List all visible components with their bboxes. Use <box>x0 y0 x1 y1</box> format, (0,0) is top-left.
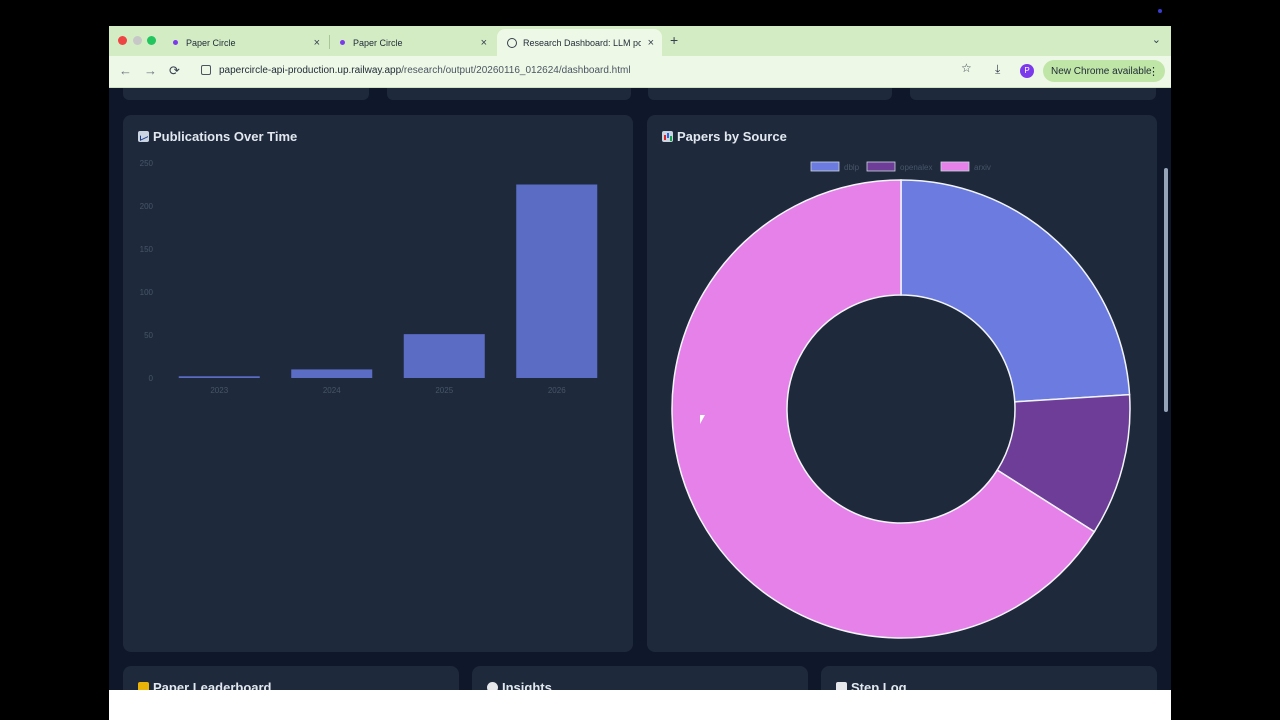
tab-paper-circle-1[interactable]: Paper Circle × <box>163 29 328 56</box>
close-icon[interactable]: × <box>314 37 320 49</box>
tab-label: Paper Circle <box>186 37 236 48</box>
favicon-dot-icon <box>173 40 178 45</box>
sources-donut-chart: dblp openalex arxiv <box>671 161 1131 639</box>
publications-title-text: Publications Over Time <box>153 129 298 144</box>
page-scrollbar[interactable] <box>1161 88 1171 690</box>
bookmark-star-icon[interactable]: ☆ <box>961 61 972 75</box>
download-icon[interactable]: ⤓ <box>995 62 1000 77</box>
y-tick-label: 0 <box>149 374 154 383</box>
stat-card <box>123 88 369 100</box>
insights-title-text: Insights <box>502 680 552 690</box>
bar-2023 <box>178 376 260 378</box>
x-tick-label: 2026 <box>548 386 566 395</box>
new-chrome-available-button[interactable]: New Chrome available ⋮ <box>1043 60 1165 82</box>
publications-card: Publications Over Time 0 50 100 150 200 250 20… <box>123 115 633 652</box>
favicon-dot-icon <box>340 40 345 45</box>
globe-icon <box>507 37 517 48</box>
close-icon[interactable]: × <box>481 37 487 49</box>
chevron-down-icon[interactable]: ⌄ <box>1152 33 1161 46</box>
update-label: New Chrome available <box>1051 65 1152 77</box>
tab-label: Research Dashboard: LLM po <box>523 37 641 48</box>
minimize-window-button[interactable] <box>133 36 142 45</box>
sources-title-text: Papers by Source <box>677 129 787 144</box>
sources-card: Papers by Source dblp openalex arxiv <box>647 115 1157 652</box>
legend-swatch-dblp <box>810 161 840 172</box>
forward-button[interactable]: → <box>144 63 157 78</box>
bar-2024 <box>291 369 373 378</box>
line-chart-icon <box>138 131 149 142</box>
scrollbar-thumb[interactable] <box>1164 168 1168 412</box>
y-tick-label: 50 <box>144 331 153 340</box>
x-tick-label: 2023 <box>210 386 228 395</box>
x-tick-label: 2024 <box>323 386 341 395</box>
close-window-button[interactable] <box>118 36 127 45</box>
y-tick-label: 250 <box>140 159 154 168</box>
tab-paper-circle-2[interactable]: Paper Circle × <box>330 29 495 56</box>
bottom-bar <box>109 690 1171 720</box>
reload-button[interactable]: ⟳ <box>169 63 180 79</box>
stat-card <box>910 88 1156 100</box>
tab-label: Paper Circle <box>353 37 403 48</box>
bar-2025 <box>403 334 485 378</box>
bar-2026 <box>516 184 598 378</box>
legend-label-openalex: openalex <box>900 163 932 172</box>
x-tick-label: 2025 <box>435 386 453 395</box>
legend-label-dblp: dblp <box>844 163 860 172</box>
steplog-title-text: Step Log <box>851 680 907 690</box>
back-button[interactable]: ← <box>119 63 132 78</box>
browser-window: Paper Circle × Paper Circle × Research D… <box>109 26 1171 720</box>
tab-strip: Paper Circle × Paper Circle × Research D… <box>109 26 1171 56</box>
leaderboard-card: Paper Leaderboard <box>123 666 459 690</box>
mouse-cursor <box>700 415 705 424</box>
steplog-title: Step Log <box>836 680 907 690</box>
publications-title: Publications Over Time <box>138 129 297 144</box>
publications-bar-chart: 0 50 100 150 200 250 2023 2024 2025 2026 <box>140 159 598 395</box>
legend-swatch-arxiv <box>940 161 970 172</box>
url-path: /research/output/20260116_012624/dashboa… <box>401 65 631 76</box>
recording-indicator <box>1158 9 1162 13</box>
address-toolbar: ← → ⟳ papercircle-api-production.up.rail… <box>109 56 1171 88</box>
leaderboard-title-text: Paper Leaderboard <box>153 680 272 690</box>
y-tick-label: 150 <box>140 245 154 254</box>
zoom-window-button[interactable] <box>147 36 156 45</box>
sources-title: Papers by Source <box>662 129 787 144</box>
insights-card: Insights <box>472 666 808 690</box>
y-tick-label: 100 <box>140 288 154 297</box>
kebab-menu-icon[interactable]: ⋮ <box>1148 65 1159 78</box>
stat-card <box>387 88 631 100</box>
bar-chart-icon <box>662 131 673 142</box>
avatar[interactable]: P <box>1020 64 1034 78</box>
site-info-icon[interactable] <box>201 65 211 75</box>
stat-card <box>648 88 892 100</box>
address-bar[interactable]: papercircle-api-production.up.railway.ap… <box>193 60 982 82</box>
y-tick-label: 200 <box>140 202 154 211</box>
leaderboard-title: Paper Leaderboard <box>138 680 272 690</box>
url-host: papercircle-api-production.up.railway.ap… <box>219 65 402 76</box>
close-icon[interactable]: × <box>648 37 654 49</box>
notepad-icon <box>836 682 847 690</box>
bulb-icon <box>487 682 498 690</box>
new-tab-button[interactable]: + <box>670 32 678 48</box>
insights-title: Insights <box>487 680 552 690</box>
tab-research-dashboard[interactable]: Research Dashboard: LLM po × <box>497 29 662 56</box>
dashboard-page: Publications Over Time 0 50 100 150 200 250 20… <box>109 88 1171 690</box>
trophy-icon <box>138 682 149 690</box>
url-text[interactable]: papercircle-api-production.up.railway.ap… <box>219 65 631 76</box>
steplog-card: Step Log <box>821 666 1157 690</box>
slice-dblp <box>900 179 1131 403</box>
legend-label-arxiv: arxiv <box>974 163 991 172</box>
legend-swatch-openalex <box>866 161 896 172</box>
